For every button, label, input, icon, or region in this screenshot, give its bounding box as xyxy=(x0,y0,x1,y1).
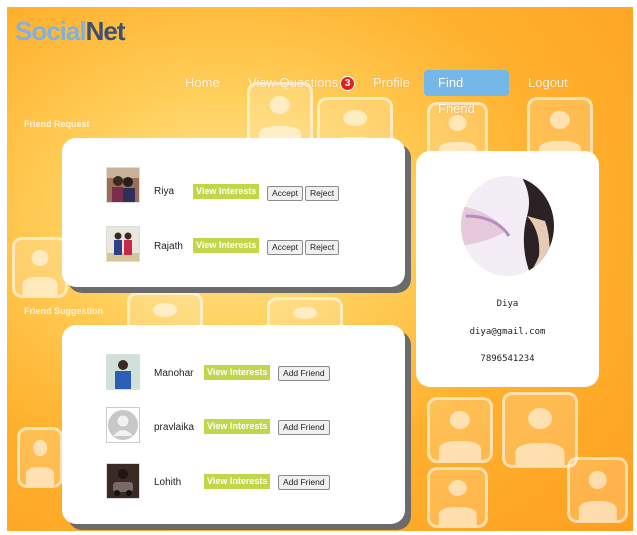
reject-button[interactable]: Reject xyxy=(305,240,340,255)
background-portrait xyxy=(12,237,68,298)
default-avatar-icon xyxy=(108,410,138,440)
view-interests-button[interactable]: View Interests xyxy=(204,474,271,489)
add-friend-button[interactable]: Add Friend xyxy=(278,366,330,381)
page-background: SocialNet Home View Questions 3 Profile F… xyxy=(7,7,633,531)
friend-request-card: Riya View Interests Accept Reject Rajath… xyxy=(62,138,405,287)
friend-suggestion-card: Manohar View Interests Add Friend pravla… xyxy=(62,325,405,524)
background-portrait xyxy=(427,467,488,528)
avatar-lohith xyxy=(106,463,140,499)
avatar-riya xyxy=(106,167,140,203)
profile-photo xyxy=(461,176,554,276)
request-name: Rajath xyxy=(154,241,183,252)
avatar-pravlaika xyxy=(106,407,140,443)
nav-view-questions-label: View Questions xyxy=(248,75,339,90)
suggestion-name: Lohith xyxy=(154,477,182,488)
profile-phone: 7896541234 xyxy=(480,354,535,364)
profile-email: diya@gmail.com xyxy=(469,327,546,337)
profile-name: Diya xyxy=(496,299,519,309)
add-friend-button[interactable]: Add Friend xyxy=(278,420,330,435)
add-friend-button[interactable]: Add Friend xyxy=(278,475,330,490)
nav-profile[interactable]: Profile xyxy=(373,70,410,96)
profile-card: Diya diya@gmail.com 7896541234 xyxy=(416,151,599,387)
suggestion-name: Manohar xyxy=(154,368,194,379)
photo-icon xyxy=(107,168,139,202)
photo-icon xyxy=(107,227,139,261)
friend-request-heading: Friend Request xyxy=(24,119,90,129)
avatar-manohar xyxy=(106,354,140,390)
accept-button[interactable]: Accept xyxy=(267,240,303,255)
request-name: Riya xyxy=(154,186,175,197)
view-interests-button[interactable]: View Interests xyxy=(204,365,271,380)
avatar-rajath xyxy=(106,226,140,262)
background-portrait xyxy=(502,392,578,468)
logo-part-net: Net xyxy=(85,16,126,46)
background-portrait xyxy=(17,427,63,488)
profile-photo-icon xyxy=(461,176,554,276)
nav-logout[interactable]: Logout xyxy=(528,70,568,96)
background-portrait xyxy=(427,397,493,463)
questions-count-badge: 3 xyxy=(340,76,356,91)
photo-icon xyxy=(107,355,139,389)
view-interests-button[interactable]: View Interests xyxy=(204,419,271,434)
background-portrait xyxy=(567,457,628,523)
photo-icon xyxy=(107,464,139,498)
friend-suggestion-heading: Friend Suggestion xyxy=(24,306,104,316)
logo-part-social: Social xyxy=(15,16,87,46)
app-logo[interactable]: SocialNet xyxy=(15,16,125,47)
nav-home[interactable]: Home xyxy=(185,70,220,96)
suggestion-name: pravlaika xyxy=(154,422,195,433)
view-interests-button[interactable]: View Interests xyxy=(193,238,260,253)
nav-find-friend[interactable]: Find Friend xyxy=(424,70,509,116)
nav-view-questions[interactable]: View Questions 3 xyxy=(248,70,356,96)
view-interests-button[interactable]: View Interests xyxy=(193,184,260,199)
accept-button[interactable]: Accept xyxy=(267,186,303,201)
reject-button[interactable]: Reject xyxy=(305,186,340,201)
